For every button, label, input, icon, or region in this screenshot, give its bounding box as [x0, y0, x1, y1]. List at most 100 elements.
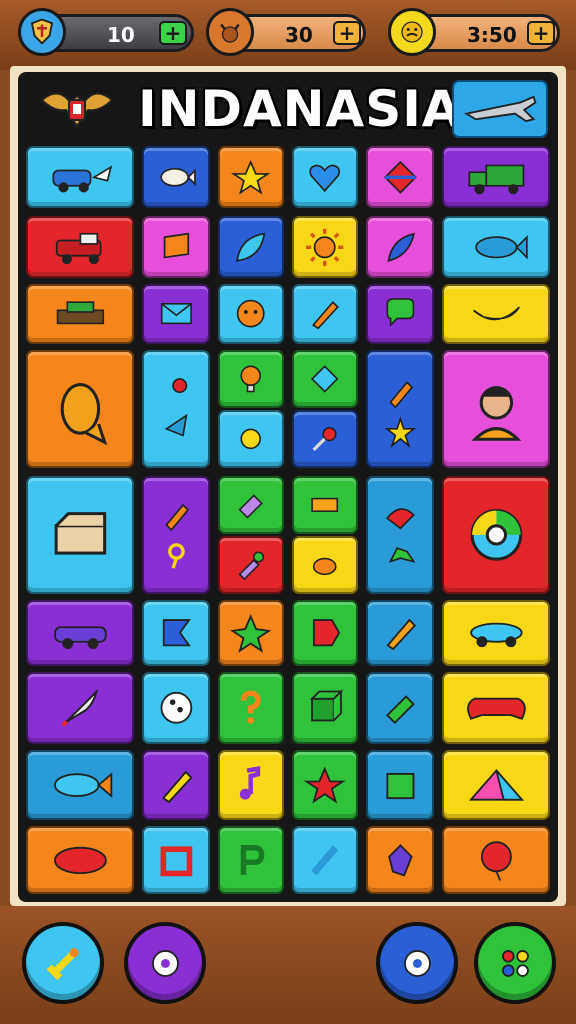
- sword-icon: [46, 947, 79, 980]
- tile-cube[interactable]: [292, 672, 358, 744]
- cube-icon: [310, 689, 344, 722]
- leaf-icon: [230, 614, 272, 654]
- tile-gem[interactable]: [292, 350, 358, 408]
- settings-button-left[interactable]: [124, 922, 206, 1004]
- tile-sun[interactable]: [292, 216, 358, 278]
- tile-rocket[interactable]: [26, 672, 134, 744]
- star-icon: [303, 766, 347, 804]
- tile-stick[interactable]: [292, 826, 358, 894]
- leaf-icon: [236, 232, 266, 262]
- tile-red-square[interactable]: [142, 826, 210, 894]
- tile-monster[interactable]: [366, 826, 434, 894]
- tile-bird[interactable]: [366, 476, 434, 594]
- tile-balloon[interactable]: [442, 826, 550, 894]
- fish-icon: [53, 772, 112, 798]
- tile-music[interactable]: [218, 750, 284, 820]
- tile-girl-portrait[interactable]: [442, 350, 550, 468]
- tile-face[interactable]: [218, 284, 284, 344]
- tile-big-fish[interactable]: [26, 350, 134, 468]
- tile-diamond[interactable]: [366, 146, 434, 208]
- pencil-icon: [161, 770, 193, 804]
- tank-icon: [56, 301, 104, 325]
- fish-icon: [60, 383, 107, 446]
- tile-rocket-duo[interactable]: [142, 350, 210, 468]
- tile-flag[interactable]: [142, 216, 210, 278]
- tile-sun-2[interactable]: [218, 410, 284, 468]
- flag-icon: [163, 232, 189, 259]
- airplane-button[interactable]: [452, 80, 548, 138]
- face-icon: [237, 300, 265, 328]
- tile-ball[interactable]: [142, 672, 210, 744]
- lightbulb-icon: [240, 365, 262, 393]
- tile-sweet-potato[interactable]: [26, 826, 134, 894]
- tile-star[interactable]: [292, 750, 358, 820]
- tile-brick[interactable]: [292, 476, 358, 534]
- tile-bulb[interactable]: [218, 350, 284, 408]
- tile-tank[interactable]: [26, 284, 134, 344]
- envelope-icon: [160, 303, 192, 325]
- tile-chrome-ball[interactable]: [442, 476, 550, 594]
- tile-surfboard[interactable]: [366, 216, 434, 278]
- monster-icon: [387, 843, 413, 877]
- tile-green-block[interactable]: [366, 750, 434, 820]
- bull-coin-icon[interactable]: [206, 8, 254, 56]
- tile-heart[interactable]: [292, 146, 358, 208]
- tile-fish-3[interactable]: [26, 750, 134, 820]
- tile-lollipop[interactable]: [292, 410, 358, 468]
- tile-star-leaf[interactable]: [218, 600, 284, 666]
- mid-counter-value: 30: [285, 23, 313, 47]
- tile-blue-car[interactable]: [442, 600, 550, 666]
- brick-icon: [311, 497, 339, 513]
- tile-gamepad[interactable]: [442, 672, 550, 744]
- tile-bug[interactable]: [218, 146, 284, 208]
- tile-fish-2[interactable]: [442, 216, 550, 278]
- sword-button[interactable]: [22, 922, 104, 1004]
- tile-truck[interactable]: [442, 146, 550, 208]
- pencil-icon: [164, 503, 189, 569]
- gamepad-icon: [466, 697, 526, 721]
- tile-red-truck[interactable]: [26, 216, 134, 278]
- tile-pencil-star[interactable]: [366, 350, 434, 468]
- tile-key[interactable]: [218, 536, 284, 594]
- flag-icon: [162, 619, 191, 647]
- tile-tent[interactable]: [442, 750, 550, 820]
- tile-green-bar[interactable]: [366, 672, 434, 744]
- right-add-button[interactable]: +: [527, 21, 555, 45]
- tile-pen[interactable]: [366, 600, 434, 666]
- shield-avatar-icon[interactable]: [18, 8, 66, 56]
- letter-icon: [241, 844, 265, 875]
- left-counter-value: 10: [107, 23, 135, 47]
- tile-letter-p[interactable]: [218, 826, 284, 894]
- tile-bird-2[interactable]: [292, 536, 358, 594]
- face-coin-icon[interactable]: [388, 8, 436, 56]
- left-add-button[interactable]: +: [159, 21, 187, 45]
- mid-add-button[interactable]: +: [333, 21, 361, 45]
- tile-leaf[interactable]: [218, 216, 284, 278]
- crate-icon: [54, 512, 106, 555]
- tile-half-shape[interactable]: [292, 600, 358, 666]
- lollipop-icon: [312, 427, 337, 452]
- gamepad-button[interactable]: [474, 922, 556, 1004]
- settings-button-right[interactable]: [376, 922, 458, 1004]
- car-icon: [53, 626, 107, 650]
- shape-icon: [313, 619, 341, 647]
- tile-pencil-2[interactable]: [142, 750, 210, 820]
- tile-banana[interactable]: [442, 284, 550, 344]
- eraser-icon: [238, 494, 264, 519]
- pencil-icon: [384, 381, 416, 448]
- tile-arrow-flag[interactable]: [142, 600, 210, 666]
- tile-pencil[interactable]: [292, 284, 358, 344]
- tile-purple-car[interactable]: [26, 600, 134, 666]
- tile-crate[interactable]: [26, 476, 134, 594]
- tile-question[interactable]: [218, 672, 284, 744]
- gear-icon: [151, 949, 179, 977]
- bar-icon: [385, 695, 415, 725]
- tile-fish[interactable]: [142, 146, 210, 208]
- tile-envelope[interactable]: [142, 284, 210, 344]
- stick-icon: [311, 844, 339, 876]
- tile-eraser[interactable]: [218, 476, 284, 534]
- truck-icon: [468, 164, 524, 194]
- tile-speech[interactable]: [366, 284, 434, 344]
- tile-pencil-pin[interactable]: [142, 476, 210, 594]
- tile-car-plane[interactable]: [26, 146, 134, 208]
